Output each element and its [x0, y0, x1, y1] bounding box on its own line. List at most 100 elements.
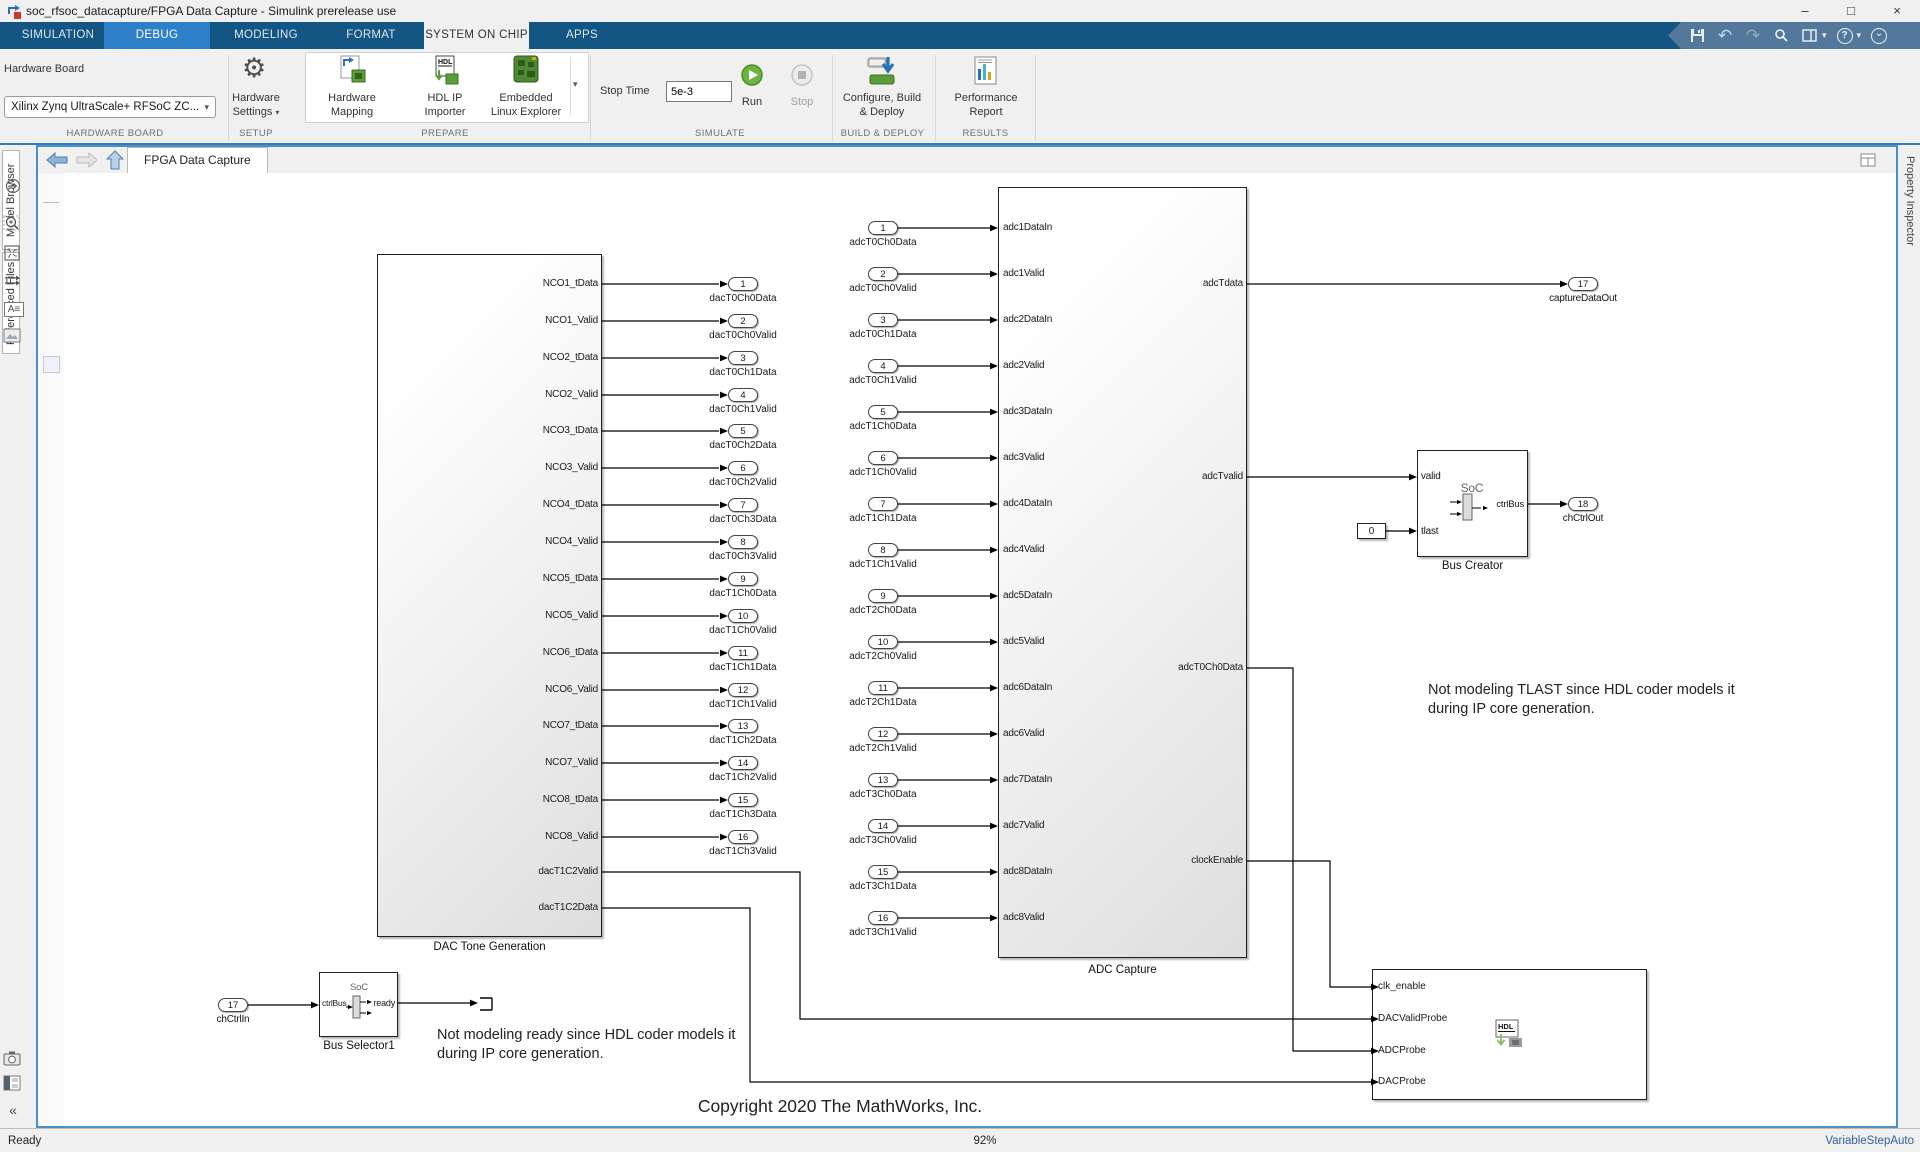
inport-11[interactable]: 11: [868, 681, 898, 695]
block-port-label: adc7DataIn: [1003, 774, 1052, 785]
layout-icon[interactable]: [1800, 27, 1818, 45]
outport-6[interactable]: 6: [728, 461, 758, 475]
minimize-button[interactable]: –: [1782, 0, 1828, 22]
outport-17[interactable]: 17: [1568, 277, 1598, 291]
inport-10[interactable]: 10: [868, 635, 898, 649]
panel-layout-icon[interactable]: [0, 1075, 26, 1091]
maximize-button[interactable]: □: [1828, 0, 1874, 22]
outport-9[interactable]: 9: [728, 572, 758, 586]
collapse-ribbon-icon[interactable]: ⌄: [1871, 28, 1887, 44]
status-zoom: 92%: [930, 1135, 1040, 1147]
back-icon[interactable]: [46, 152, 68, 168]
sidebar-tab-property-inspector[interactable]: Property Inspector: [1902, 148, 1918, 264]
search-icon[interactable]: [1772, 27, 1790, 45]
outport-12[interactable]: 12: [728, 683, 758, 697]
outport-15[interactable]: 15: [728, 793, 758, 807]
tab-modeling[interactable]: MODELING: [222, 22, 310, 49]
port-label: dacT0Ch0Valid: [678, 330, 808, 341]
inport-2[interactable]: 2: [868, 267, 898, 281]
port-label: dacT1Ch2Valid: [678, 772, 808, 783]
panel-toggle-icon[interactable]: [1860, 153, 1876, 167]
enter-subsystem-icon[interactable]: [0, 178, 26, 194]
tab-simulation[interactable]: SIMULATION: [12, 22, 104, 49]
block-port-label: adc8DataIn: [1003, 866, 1052, 877]
block-constant[interactable]: 0: [1357, 523, 1386, 539]
outport-14[interactable]: 14: [728, 756, 758, 770]
inport-1[interactable]: 1: [868, 221, 898, 235]
inport-5[interactable]: 5: [868, 405, 898, 419]
simulink-window: soc_rfsoc_datacapture/FPGA Data Capture …: [0, 0, 1920, 1152]
hardware-settings-button[interactable]: Hardware: [216, 92, 296, 104]
outport-10[interactable]: 10: [728, 609, 758, 623]
inport-4[interactable]: 4: [868, 359, 898, 373]
help-icon[interactable]: ?: [1837, 28, 1853, 44]
port-label: ctrlBus: [322, 998, 347, 1008]
layout-caret-icon[interactable]: ▾: [1822, 30, 1827, 41]
signal-lines-icon[interactable]: [0, 274, 26, 288]
sidebar-tab-model-browser[interactable]: Model Browser: [2, 150, 20, 250]
inport-13[interactable]: 13: [868, 773, 898, 787]
hdl-ip-importer-button[interactable]: HDL IP: [405, 92, 485, 104]
outport-5[interactable]: 5: [728, 424, 758, 438]
inport-15[interactable]: 15: [868, 865, 898, 879]
inport-12[interactable]: 12: [868, 727, 898, 741]
inport-3[interactable]: 3: [868, 313, 898, 327]
outport-13[interactable]: 13: [728, 719, 758, 733]
inport-17[interactable]: 17: [218, 998, 248, 1012]
collapse-palette-icon[interactable]: «: [0, 1102, 26, 1118]
tab-debug[interactable]: DEBUG: [104, 22, 210, 49]
save-icon[interactable]: [1688, 27, 1706, 45]
outport-7[interactable]: 7: [728, 498, 758, 512]
block-name: DAC Tone Generation: [377, 941, 602, 953]
prepare-more-caret-icon[interactable]: ▾: [573, 79, 578, 90]
zoom-icon[interactable]: [0, 214, 26, 232]
block-name: ADC Capture: [998, 964, 1247, 976]
redo-icon[interactable]: ↷: [1744, 27, 1762, 45]
up-to-parent-icon[interactable]: [106, 150, 124, 170]
annotation-icon[interactable]: A≡: [4, 302, 24, 317]
image-annotation-icon[interactable]: [0, 328, 26, 344]
inport-9[interactable]: 9: [868, 589, 898, 603]
hardware-mapping-button[interactable]: Hardware: [312, 92, 392, 104]
tab-format[interactable]: FORMAT: [334, 22, 408, 49]
document-tab[interactable]: FPGA Data Capture: [127, 147, 268, 173]
help-caret-icon[interactable]: ▾: [1857, 30, 1862, 41]
outport-16[interactable]: 16: [728, 830, 758, 844]
embedded-linux-explorer-button[interactable]: Embedded: [481, 92, 571, 104]
screenshot-camera-icon[interactable]: [0, 1050, 26, 1066]
hardware-mapping-icon: [338, 54, 368, 86]
outport-11[interactable]: 11: [728, 646, 758, 660]
block-adc-capture[interactable]: [998, 187, 1247, 958]
annotation-tlast: Not modeling TLAST since HDL coder model…: [1428, 681, 1735, 719]
block-port-label: adc5DataIn: [1003, 590, 1052, 601]
inport-7[interactable]: 7: [868, 497, 898, 511]
inport-6[interactable]: 6: [868, 451, 898, 465]
chevron-down-icon: ▾: [275, 108, 279, 117]
undo-icon[interactable]: ↶: [1716, 27, 1734, 45]
outport-2[interactable]: 2: [728, 314, 758, 328]
outport-4[interactable]: 4: [728, 388, 758, 402]
block-port-label: NCO5_Valid: [448, 610, 598, 621]
close-button[interactable]: ×: [1874, 0, 1920, 22]
status-solver[interactable]: VariableStepAuto: [1704, 1135, 1914, 1147]
configure-build-deploy-button[interactable]: Configure, Build: [838, 92, 926, 104]
port-label: dacT0Ch2Valid: [678, 477, 808, 488]
block-port-label: adc7Valid: [1003, 820, 1044, 831]
inport-14[interactable]: 14: [868, 819, 898, 833]
fit-to-view-icon[interactable]: [0, 245, 26, 261]
port-label: adcT0Ch0Valid: [818, 283, 948, 294]
inport-16[interactable]: 16: [868, 911, 898, 925]
inport-8[interactable]: 8: [868, 543, 898, 557]
performance-report-button[interactable]: Performance: [945, 92, 1027, 104]
run-icon[interactable]: [740, 63, 764, 87]
outport-8[interactable]: 8: [728, 535, 758, 549]
tab-system-on-chip[interactable]: SYSTEM ON CHIP: [424, 22, 529, 49]
viewmark-icon[interactable]: [43, 356, 60, 373]
outport-1[interactable]: 1: [728, 277, 758, 291]
block-port-label: NCO2_Valid: [448, 389, 598, 400]
outport-18[interactable]: 18: [1568, 497, 1598, 511]
hardware-board-dropdown[interactable]: Xilinx Zynq UltraScale+ RFSoC ZC... ▾: [4, 96, 216, 118]
block-port-label: adc2Valid: [1003, 360, 1044, 371]
outport-3[interactable]: 3: [728, 351, 758, 365]
tab-apps[interactable]: APPS: [546, 22, 618, 49]
